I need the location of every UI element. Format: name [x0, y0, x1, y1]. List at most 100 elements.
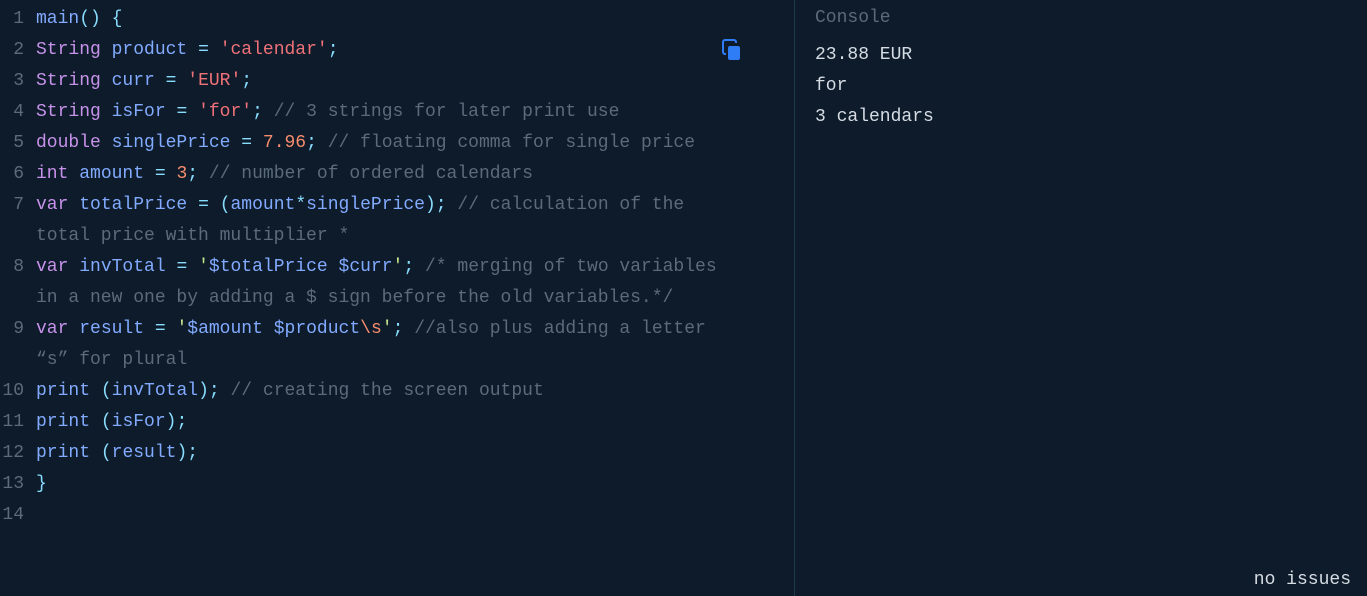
code-line[interactable]: 10print (invTotal); // creating the scre…: [0, 376, 794, 407]
token-op: =: [155, 319, 166, 339]
console-line: for: [815, 71, 1347, 102]
code-line[interactable]: 4String isFor = 'for'; // 3 strings for …: [0, 97, 794, 128]
token-esc: \s: [360, 319, 382, 339]
token-plain: [68, 319, 79, 339]
line-content[interactable]: print (isFor);: [36, 407, 794, 438]
line-number: 7: [0, 190, 36, 221]
token-type: double: [36, 133, 101, 153]
token-punct: (: [220, 195, 231, 215]
code-line[interactable]: 3String curr = 'EUR';: [0, 66, 794, 97]
token-plain: [414, 257, 425, 277]
token-plain: [90, 412, 101, 432]
status-bar: no issues: [1254, 570, 1351, 590]
token-string: [328, 257, 339, 277]
line-number: 4: [0, 97, 36, 128]
token-string-alt: 'EUR': [187, 71, 241, 91]
token-ident: amount: [79, 164, 144, 184]
line-content[interactable]: String isFor = 'for'; // 3 strings for l…: [36, 97, 794, 128]
line-number: 13: [0, 469, 36, 500]
line-content[interactable]: String curr = 'EUR';: [36, 66, 794, 97]
line-number: 8: [0, 252, 36, 283]
line-number: 6: [0, 159, 36, 190]
token-punct: {: [112, 9, 123, 29]
console-pane: Console 23.88 EURfor3 calendars no issue…: [795, 0, 1367, 596]
token-interp: $totalPrice: [209, 257, 328, 277]
token-op: =: [198, 195, 209, 215]
console-line: 3 calendars: [815, 102, 1347, 133]
code-line[interactable]: 13}: [0, 469, 794, 500]
token-punct: (): [79, 9, 101, 29]
code-line[interactable]: 7var totalPrice = (amount*singlePrice); …: [0, 190, 794, 252]
token-plain: [90, 443, 101, 463]
token-interp: $amount: [187, 319, 263, 339]
line-content[interactable]: var result = '$amount $product\s'; //als…: [36, 314, 794, 376]
token-plain: [252, 133, 263, 153]
console-title: Console: [795, 0, 1367, 40]
token-plain: [68, 257, 79, 277]
token-op: =: [241, 133, 252, 153]
code-line[interactable]: 1main() {: [0, 4, 794, 35]
line-content[interactable]: var invTotal = '$totalPrice $curr'; /* m…: [36, 252, 794, 314]
copy-icon: [720, 48, 744, 68]
token-type: int: [36, 164, 68, 184]
line-number: 1: [0, 4, 36, 35]
token-plain: [68, 195, 79, 215]
token-num: 3: [176, 164, 187, 184]
token-type: String: [36, 40, 101, 60]
code-line[interactable]: 5double singlePrice = 7.96; // floating …: [0, 128, 794, 159]
token-plain: [317, 133, 328, 153]
code-line[interactable]: 6int amount = 3; // number of ordered ca…: [0, 159, 794, 190]
token-op: =: [155, 164, 166, 184]
token-string: ': [176, 319, 187, 339]
token-op: =: [198, 40, 209, 60]
token-plain: [176, 71, 187, 91]
token-func: main: [36, 9, 79, 29]
token-punct: ): [425, 195, 436, 215]
token-punct: ;: [436, 195, 447, 215]
token-plain: [101, 102, 112, 122]
token-op: *: [295, 195, 306, 215]
code-line[interactable]: 12print (result);: [0, 438, 794, 469]
token-ident: curr: [112, 71, 155, 91]
token-string: ': [393, 257, 404, 277]
token-string-alt: 'for': [198, 102, 252, 122]
token-punct: ;: [328, 40, 339, 60]
token-comment: // 3 strings for later print use: [274, 102, 620, 122]
token-plain: [166, 164, 177, 184]
code-line[interactable]: 9var result = '$amount $product\s'; //al…: [0, 314, 794, 376]
code-line[interactable]: 8var invTotal = '$totalPrice $curr'; /* …: [0, 252, 794, 314]
token-plain: [101, 40, 112, 60]
token-punct: (: [101, 381, 112, 401]
line-content[interactable]: String product = 'calendar';: [36, 35, 794, 66]
line-content[interactable]: var totalPrice = (amount*singlePrice); /…: [36, 190, 794, 252]
token-interp: $product: [274, 319, 360, 339]
token-string: [263, 319, 274, 339]
token-plain: [209, 195, 220, 215]
code-line[interactable]: 14: [0, 500, 794, 531]
token-func: print: [36, 381, 90, 401]
line-content[interactable]: print (result);: [36, 438, 794, 469]
token-plain: [101, 9, 112, 29]
line-content[interactable]: }: [36, 469, 794, 500]
code-lines[interactable]: 1main() {2String product = 'calendar';3S…: [0, 0, 794, 535]
line-content[interactable]: main() {: [36, 4, 794, 35]
token-ident: totalPrice: [79, 195, 187, 215]
code-line[interactable]: 11print (isFor);: [0, 407, 794, 438]
token-ident: invTotal: [79, 257, 165, 277]
copy-button[interactable]: [720, 38, 744, 62]
token-plain: [263, 102, 274, 122]
token-plain: [166, 319, 177, 339]
token-func: print: [36, 443, 90, 463]
line-number: 9: [0, 314, 36, 345]
line-content[interactable]: print (invTotal); // creating the screen…: [36, 376, 794, 407]
token-punct: ;: [209, 381, 220, 401]
token-ident: result: [79, 319, 144, 339]
line-content[interactable]: int amount = 3; // number of ordered cal…: [36, 159, 794, 190]
code-line[interactable]: 2String product = 'calendar';: [0, 35, 794, 66]
token-ident: amount: [231, 195, 296, 215]
token-punct: ): [166, 412, 177, 432]
line-content[interactable]: double singlePrice = 7.96; // floating c…: [36, 128, 794, 159]
token-plain: [166, 102, 177, 122]
token-num: 7.96: [263, 133, 306, 153]
code-editor-pane[interactable]: 1main() {2String product = 'calendar';3S…: [0, 0, 795, 596]
